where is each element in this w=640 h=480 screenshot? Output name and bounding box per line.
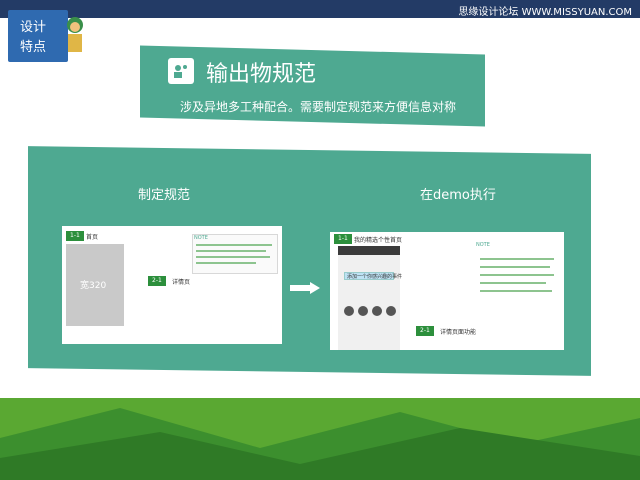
watermark: 思缘设计论坛 WWW.MISSYUAN.COM (458, 7, 632, 18)
detail-name: 详情页 (172, 279, 191, 286)
page-title: 输出物规范 (206, 62, 317, 87)
demo-screenshot: 1-1 我的精选个性首页 添加一个你感兴趣的事件 2-1 详情页面功能 NOTE (330, 232, 564, 350)
tag-label: 2-1 (148, 276, 166, 286)
avatar (358, 306, 368, 316)
note-line (196, 262, 256, 264)
note-line (196, 250, 266, 252)
note-title: NOTE (476, 242, 490, 248)
placeholder-label: 宽320 (80, 281, 107, 291)
top-bar: 思缘设计论坛 WWW.MISSYUAN.COM (0, 0, 640, 18)
page-name: 首页 (86, 234, 99, 241)
mascot-icon (67, 17, 83, 52)
tag-label: 1-1 (66, 231, 84, 241)
note-line (480, 290, 552, 292)
note-line (196, 244, 272, 246)
section-badge: 设计 特点 (8, 10, 68, 62)
image-placeholder: 宽320 (66, 244, 124, 326)
tag-label: 2-1 (416, 326, 434, 336)
left-section-label: 制定规范 (138, 188, 191, 203)
page-subtitle: 涉及异地多工种配合。需要制定规范来方便信息对称 (180, 100, 457, 114)
spec-screenshot: 1-1 首页 宽320 2-1 详情页 NOTE (62, 226, 282, 344)
avatar (386, 306, 396, 316)
arrow-right-icon (290, 282, 320, 294)
right-section-label: 在demo执行 (420, 188, 496, 203)
note-line (480, 266, 550, 268)
demo-top-text: 我的精选个性首页 (354, 237, 403, 244)
phone-button-label: 添加一个你感兴趣的事件 (347, 274, 403, 280)
note-line (480, 282, 546, 284)
demo-bottom-text: 详情页面功能 (440, 329, 477, 336)
tag-label: 1-1 (334, 234, 352, 244)
avatar (344, 306, 354, 316)
badge-line-2: 特点 (20, 40, 47, 55)
note-title: NOTE (194, 235, 208, 241)
phone-button: 添加一个你感兴趣的事件 (344, 272, 402, 280)
avatar (372, 306, 382, 316)
note-line (480, 274, 554, 276)
phone-header (338, 246, 400, 255)
footer-hills (0, 398, 640, 480)
note-line (196, 256, 270, 258)
badge-line-1: 设计 (20, 20, 47, 35)
phone-mockup (338, 246, 400, 350)
people-icon (168, 58, 194, 84)
note-line (480, 258, 554, 260)
